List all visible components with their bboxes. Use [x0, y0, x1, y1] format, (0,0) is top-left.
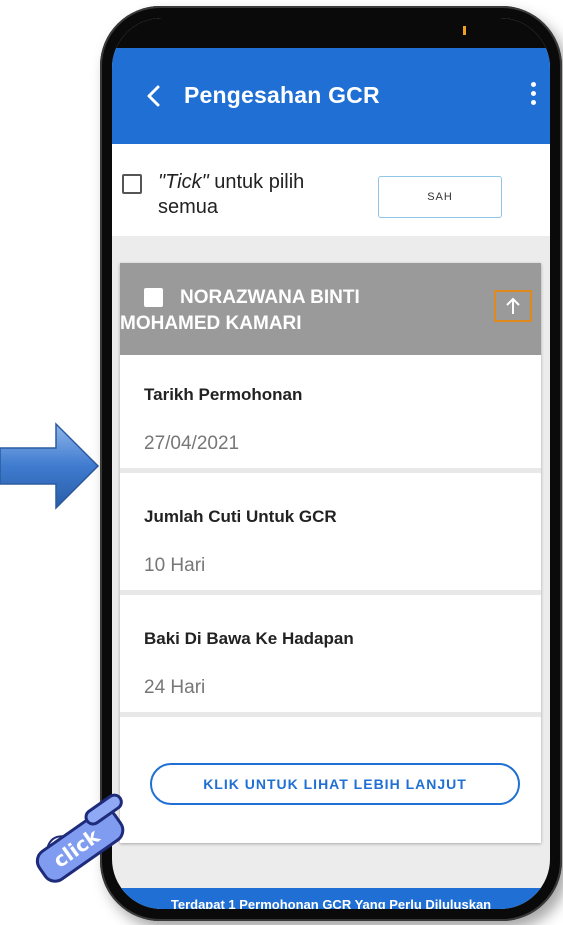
view-more-button[interactable]: KLIK UNTUK LIHAT LEBIH LANJUT	[150, 763, 520, 805]
select-all-label: "Tick" untuk pilih semua	[158, 170, 358, 220]
field-value: 27/04/2021	[144, 433, 240, 454]
field-label: Baki Di Bawa Ke Hadapan	[144, 629, 354, 648]
field-value: 10 Hari	[144, 555, 206, 576]
phone-screen: Pengesahan GCR "Tick" untuk pilih semua …	[112, 18, 550, 909]
application-checkbox[interactable]	[144, 288, 163, 307]
footer-bar: Terdapat 1 Permohonan GCR Yang Perlu Dil…	[112, 888, 550, 909]
status-bar	[112, 18, 550, 48]
field-label: Tarikh Permohonan	[144, 385, 303, 404]
field-label: Jumlah Cuti Untuk GCR	[144, 507, 337, 526]
collapse-button[interactable]	[494, 290, 532, 322]
status-indicator	[463, 26, 466, 35]
applicant-name: NORAZWANA BINTI MOHAMED KAMARI	[120, 287, 360, 334]
field-value: 24 Hari	[144, 677, 206, 698]
arrow-up-icon	[506, 297, 520, 314]
click-hand-icon: click	[35, 793, 125, 883]
pointer-arrow-icon	[0, 422, 100, 510]
more-vertical-icon[interactable]	[528, 82, 538, 112]
field-tarikh-permohonan: Tarikh Permohonan 27/04/2021	[120, 355, 541, 473]
application-card: NORAZWANA BINTI MOHAMED KAMARI Tarikh Pe…	[120, 263, 541, 843]
select-all-bar: "Tick" untuk pilih semua SAH	[112, 144, 550, 236]
select-all-checkbox[interactable]	[122, 174, 142, 194]
phone-frame: Pengesahan GCR "Tick" untuk pilih semua …	[100, 6, 562, 921]
footer-status-text: Terdapat 1 Permohonan GCR Yang Perlu Dil…	[170, 897, 492, 909]
page-title: Pengesahan GCR	[184, 82, 380, 108]
field-jumlah-cuti: Jumlah Cuti Untuk GCR 10 Hari	[120, 477, 541, 595]
field-baki-dibawa: Baki Di Bawa Ke Hadapan 24 Hari	[120, 599, 541, 717]
app-bar: Pengesahan GCR	[112, 48, 550, 144]
sah-button[interactable]: SAH	[378, 176, 502, 218]
chevron-left-icon[interactable]	[142, 84, 166, 108]
application-card-header: NORAZWANA BINTI MOHAMED KAMARI	[120, 263, 541, 355]
select-all-label-italic: "Tick"	[158, 171, 209, 193]
